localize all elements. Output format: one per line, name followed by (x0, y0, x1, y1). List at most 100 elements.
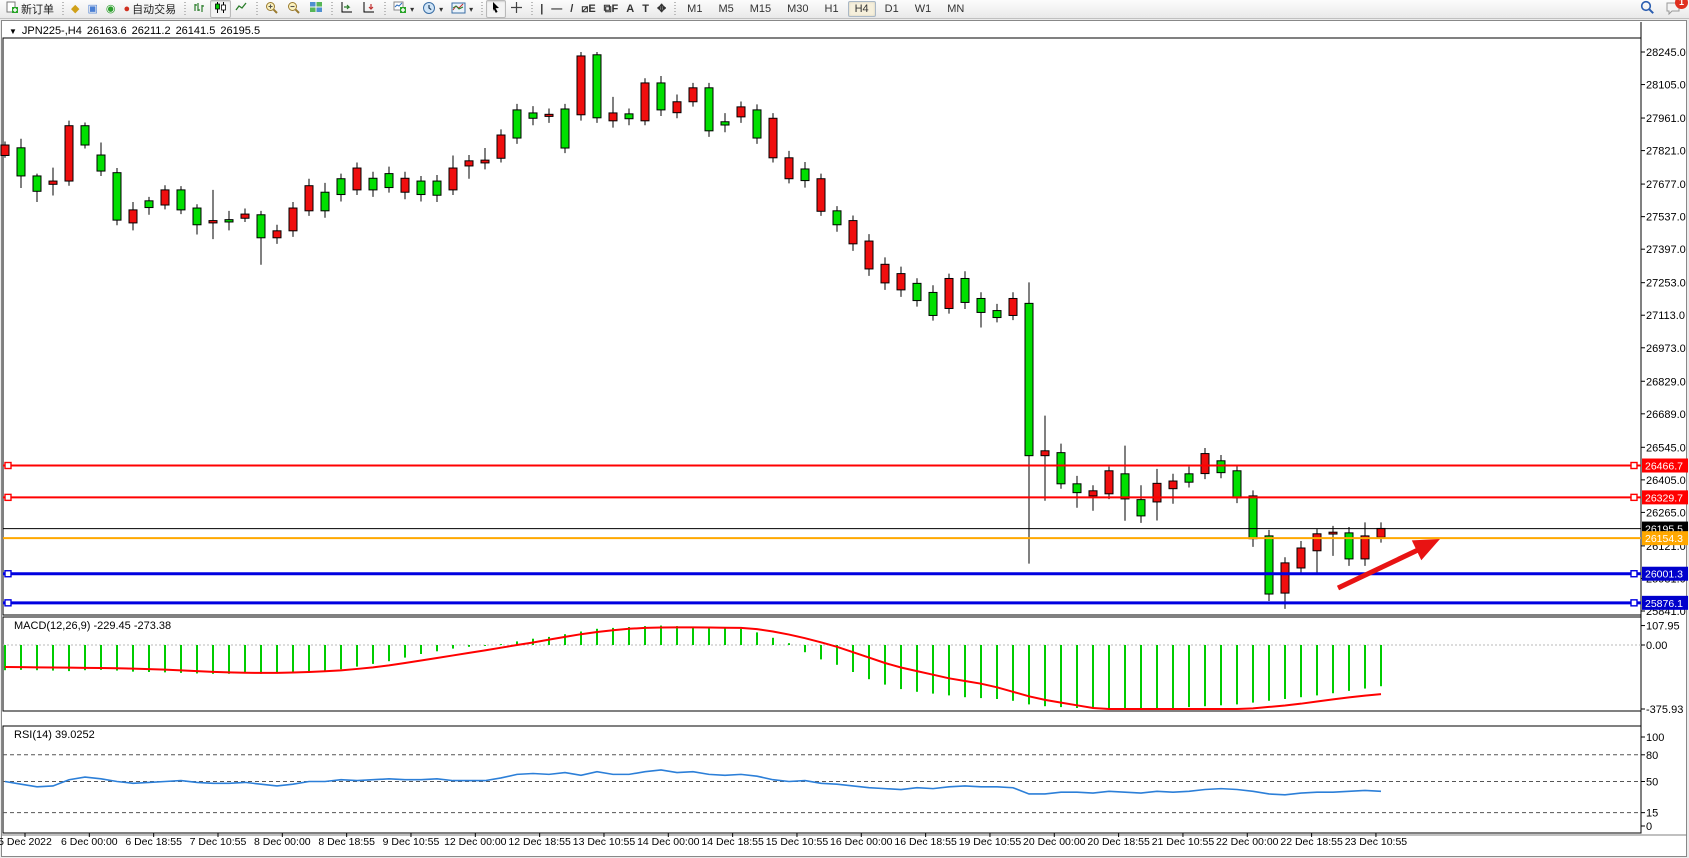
toolbar-separator (329, 2, 334, 17)
new-order-label: 新订单 (21, 1, 54, 17)
cursor-icon (490, 1, 502, 17)
chart-shift-button[interactable] (358, 0, 380, 18)
timeframe-button-W1[interactable]: W1 (908, 1, 939, 17)
notifications-button[interactable]: 1 (1665, 1, 1681, 18)
trendline-tool-icon: / (570, 4, 573, 15)
new-order-button[interactable]: 新订单 (2, 0, 58, 18)
crosshair-button[interactable] (506, 0, 527, 18)
panel-frames (2, 22, 1687, 835)
autotrade-label: 自动交易 (132, 1, 176, 17)
svg-text:26405.0: 26405.0 (1646, 475, 1686, 487)
svg-text:15 Dec 10:55: 15 Dec 10:55 (766, 836, 829, 848)
rsi-label: RSI(14) 39.0252 (14, 729, 95, 741)
vertical-line-tool-button[interactable]: | (536, 0, 547, 18)
timeframe-button-MN[interactable]: MN (940, 1, 971, 17)
indicators-button[interactable]: ▾ (389, 0, 418, 18)
quotes-button[interactable]: ◆ (67, 0, 83, 18)
periods-button[interactable]: ▾ (418, 0, 447, 18)
bar-chart-button[interactable] (189, 0, 210, 18)
symbol-dropdown-icon[interactable]: ▼ (9, 27, 17, 36)
svg-text:13 Dec 10:55: 13 Dec 10:55 (573, 836, 636, 848)
svg-text:28245.0: 28245.0 (1646, 47, 1686, 59)
svg-text:6 Dec 00:00: 6 Dec 00:00 (61, 836, 118, 848)
equidistant-channel-tool-button[interactable]: ⧄E (577, 0, 599, 18)
zoom-in-button[interactable] (261, 0, 283, 18)
svg-text:107.95: 107.95 (1646, 621, 1680, 633)
timeframe-button-M15[interactable]: M15 (743, 1, 778, 17)
toolbar-separator (672, 2, 677, 17)
toolbar-separator (529, 2, 534, 17)
svg-text:0.00: 0.00 (1646, 640, 1667, 652)
zoom-in-icon (265, 1, 279, 18)
market-watch-icon: ▣ (87, 4, 97, 15)
svg-text:26973.0: 26973.0 (1646, 343, 1686, 355)
timeframe-button-D1[interactable]: D1 (878, 1, 906, 17)
chart-shift-icon (362, 1, 376, 17)
chart-title: ▼ JPN225-,H4 26163.6 26211.2 26141.5 261… (9, 25, 260, 37)
svg-text:22 Dec 00:00: 22 Dec 00:00 (1216, 836, 1279, 848)
svg-text:15: 15 (1646, 808, 1658, 820)
svg-text:12 Dec 00:00: 12 Dec 00:00 (444, 836, 507, 848)
svg-text:23 Dec 10:55: 23 Dec 10:55 (1345, 836, 1408, 848)
templates-button[interactable]: ▾ (447, 0, 477, 18)
price-chart[interactable]: 28245.028105.027961.027821.027677.027537… (0, 0, 1689, 858)
high-value: 26211.2 (132, 25, 171, 37)
close-value: 26195.5 (220, 25, 260, 37)
svg-text:27821.0: 27821.0 (1646, 146, 1686, 158)
svg-text:27537.0: 27537.0 (1646, 212, 1686, 224)
trendline-tool-button[interactable]: / (566, 0, 577, 18)
timeframe-button-M1[interactable]: M1 (680, 1, 709, 17)
auto-scroll-button[interactable] (336, 0, 358, 18)
candlestick-chart-button[interactable] (210, 0, 231, 18)
svg-text:26829.0: 26829.0 (1646, 376, 1686, 388)
equidistant-channel-tool-icon: ⧄E (581, 4, 595, 15)
svg-text:100: 100 (1646, 732, 1664, 744)
chevron-down-icon[interactable]: ▾ (410, 5, 414, 14)
timeframe-button-H1[interactable]: H1 (818, 1, 846, 17)
timeframe-button-M30[interactable]: M30 (780, 1, 815, 17)
signals-button[interactable]: ◉ (102, 0, 120, 18)
svg-text:27677.0: 27677.0 (1646, 179, 1686, 191)
toolbar-separator (254, 2, 259, 17)
svg-text:50: 50 (1646, 777, 1658, 789)
new-order-icon (6, 1, 19, 17)
zoom-out-button[interactable] (283, 0, 305, 18)
line-chart-button[interactable] (231, 0, 252, 18)
toolbar-separator (479, 2, 484, 17)
chevron-down-icon[interactable]: ▾ (439, 5, 443, 14)
svg-text:80: 80 (1646, 750, 1658, 762)
svg-text:16 Dec 00:00: 16 Dec 00:00 (830, 836, 893, 848)
svg-text:-375.93: -375.93 (1646, 704, 1683, 716)
time-axis: 5 Dec 20226 Dec 00:006 Dec 18:557 Dec 10… (0, 833, 1407, 848)
tile-windows-button[interactable] (305, 0, 327, 18)
crosshair-icon (510, 1, 523, 17)
cursor-button[interactable] (486, 0, 506, 18)
notification-badge: 1 (1675, 0, 1688, 9)
timeframe-button-H4[interactable]: H4 (848, 1, 876, 17)
timeframe-button-M5[interactable]: M5 (711, 1, 740, 17)
fibonacci-tool-icon: ⧉F (604, 4, 619, 15)
search-icon[interactable] (1640, 0, 1655, 18)
fibonacci-tool-button[interactable]: ⧉F (600, 0, 623, 18)
chevron-down-icon[interactable]: ▾ (469, 5, 473, 14)
svg-text:8 Dec 18:55: 8 Dec 18:55 (318, 836, 375, 848)
periods-icon (422, 1, 436, 18)
text-label-tool-icon: T (642, 4, 649, 15)
bar-chart-icon (193, 1, 206, 17)
horizontal-line-tool-button[interactable]: — (547, 0, 566, 18)
svg-text:6 Dec 18:55: 6 Dec 18:55 (125, 836, 182, 848)
market-watch-button[interactable]: ▣ (83, 0, 101, 18)
symbol-label: JPN225-,H4 (22, 25, 82, 37)
text-label-tool-button[interactable]: T (638, 0, 653, 18)
svg-text:26001.3: 26001.3 (1645, 569, 1683, 581)
low-value: 26141.5 (176, 25, 216, 37)
autotrade-button[interactable]: ● 自动交易 (119, 0, 180, 18)
trading-terminal: 新订单 ◆ ▣ ◉ ● 自动交易 (0, 0, 1689, 858)
text-tool-button[interactable]: A (622, 0, 638, 18)
svg-text:26154.3: 26154.3 (1645, 533, 1683, 545)
svg-text:8 Dec 00:00: 8 Dec 00:00 (254, 836, 311, 848)
templates-icon (451, 2, 466, 17)
arrows-tool-icon: ✥ (657, 4, 666, 15)
indicators-icon (393, 1, 407, 17)
arrows-tool-button[interactable]: ✥ (653, 0, 670, 18)
